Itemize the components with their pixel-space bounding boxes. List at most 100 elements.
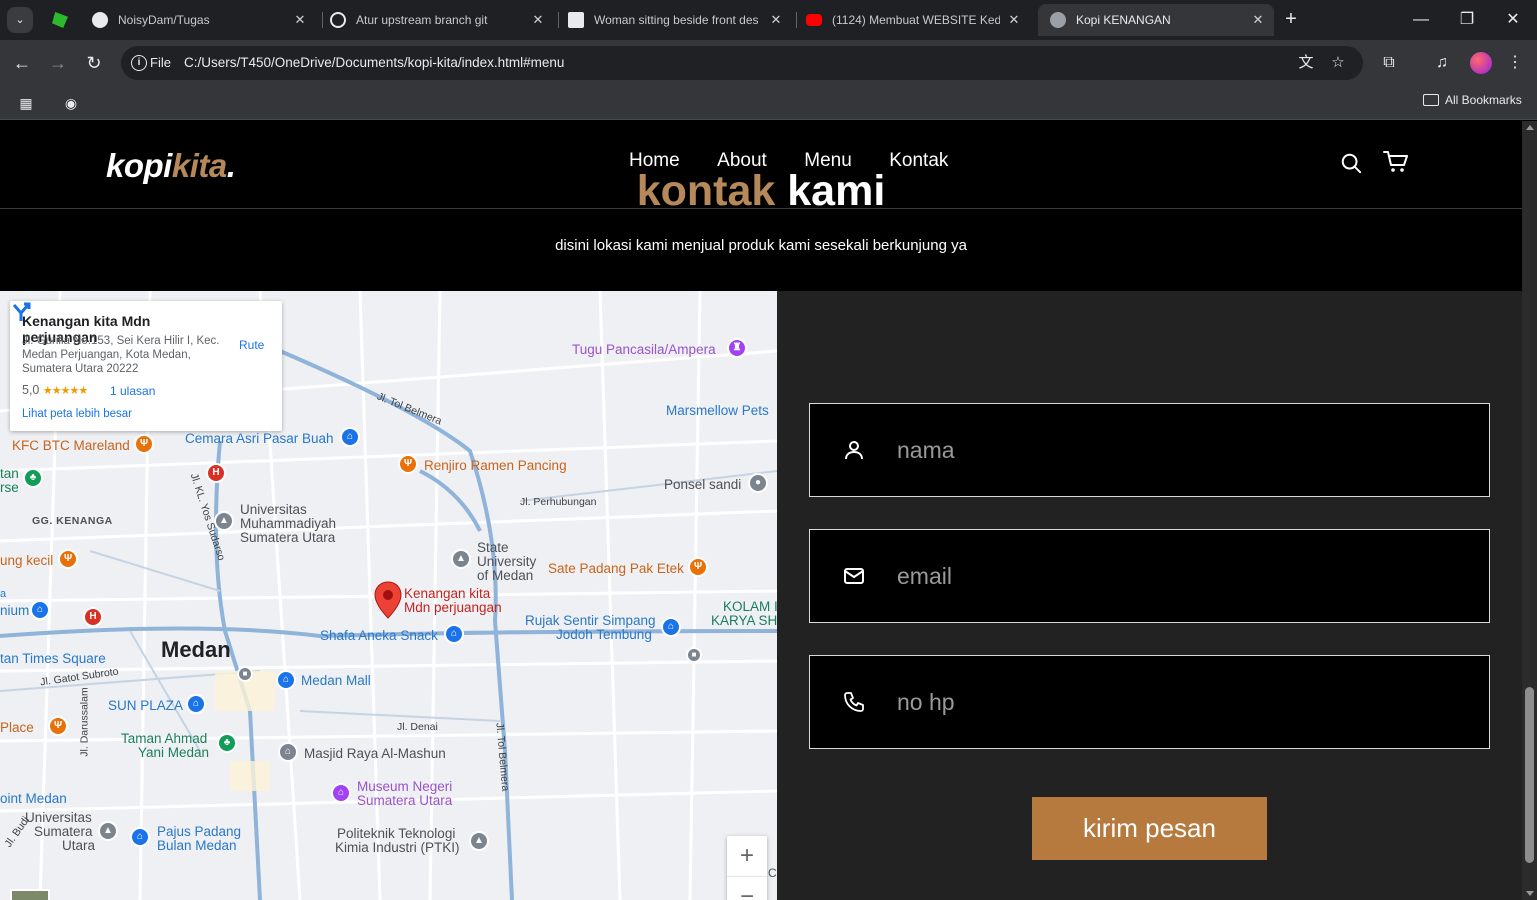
- map-label: Masjid Raya Al-Mashun: [304, 746, 446, 761]
- map-layer-thumbnail[interactable]: [10, 889, 50, 900]
- map-label: Sumatera Utara: [357, 793, 453, 808]
- map-label: oint Medan: [0, 791, 67, 806]
- map-label: Cemara Asri Pasar Buah: [185, 431, 334, 446]
- profile-avatar[interactable]: [1470, 52, 1492, 74]
- scroll-up-arrow-icon[interactable]: [1526, 125, 1534, 130]
- monument-icon[interactable]: ♜: [727, 338, 747, 358]
- minimize-button[interactable]: —: [1398, 0, 1444, 40]
- restaurant-icon[interactable]: Ψ: [48, 716, 68, 736]
- submit-button[interactable]: kirim pesan: [1032, 797, 1267, 860]
- place-pin-icon[interactable]: ●: [748, 473, 768, 493]
- mosque-icon[interactable]: ⌂: [278, 742, 298, 762]
- restaurant-icon[interactable]: Ψ: [58, 549, 78, 569]
- google-map-embed[interactable]: Kenangan kita Mdn perjuangan Jl. Gurilla…: [0, 291, 777, 900]
- location-pin-icon[interactable]: [374, 581, 402, 619]
- extension-icon[interactable]: [52, 12, 68, 28]
- directions-icon[interactable]: [10, 301, 32, 323]
- email-input[interactable]: [897, 530, 1467, 622]
- close-icon[interactable]: ✕: [530, 4, 546, 36]
- map-label: Jodoh Tembung: [556, 627, 652, 642]
- new-tab-button[interactable]: +: [1280, 8, 1302, 30]
- shopping-icon[interactable]: ⌂: [276, 670, 296, 690]
- browser-toolbar: ← → ↻ i File C:/Users/T450/OneDrive/Docu…: [0, 40, 1537, 86]
- route-link[interactable]: Rute: [239, 338, 264, 352]
- mail-icon: [844, 568, 864, 584]
- info-icon[interactable]: i: [131, 55, 147, 71]
- address-bar[interactable]: i File C:/Users/T450/OneDrive/Documents/…: [121, 46, 1363, 80]
- close-icon[interactable]: ✕: [1250, 4, 1266, 36]
- bookmark-star-icon[interactable]: ☆: [1329, 54, 1347, 72]
- map-label: ung kecil: [0, 553, 54, 568]
- school-icon[interactable]: ▲: [98, 821, 118, 841]
- store-icon[interactable]: ⌂: [444, 624, 464, 644]
- tab-title: (1124) Membuat WEBSITE Keda: [832, 13, 1000, 27]
- map-label: Tugu Pancasila/Ampera: [572, 342, 716, 357]
- close-icon[interactable]: ✕: [1006, 4, 1022, 36]
- map-label: SUN PLAZA: [108, 698, 184, 713]
- scroll-thumb[interactable]: [1525, 687, 1534, 863]
- translate-icon[interactable]: 文: [1297, 54, 1315, 72]
- map-street: Jl. Darussalam: [78, 687, 91, 757]
- map-label: State University of Medan: [477, 540, 537, 583]
- github-icon: [92, 12, 108, 28]
- shopping-icon[interactable]: ⌂: [30, 600, 50, 620]
- zoom-out-button[interactable]: −: [727, 876, 767, 900]
- url-text[interactable]: C:/Users/T450/OneDrive/Documents/kopi-ki…: [184, 46, 564, 80]
- forward-button[interactable]: →: [46, 51, 70, 75]
- unsplash-icon: [568, 12, 584, 28]
- map-zoom-controls: + −: [727, 836, 767, 900]
- back-button[interactable]: ←: [10, 51, 34, 75]
- tab-search-button[interactable]: ⌄: [7, 7, 33, 33]
- all-bookmarks-label: All Bookmarks: [1445, 93, 1522, 107]
- hospital-icon[interactable]: H: [83, 607, 103, 627]
- reviews-link[interactable]: 1 ulasan: [110, 384, 155, 398]
- map-label: Sate Padang Pak Etek: [548, 561, 684, 576]
- shopping-icon[interactable]: ⌂: [661, 617, 681, 637]
- tab-unsplash[interactable]: Woman sitting beside front des ✕: [556, 4, 792, 36]
- name-input[interactable]: [897, 404, 1467, 496]
- museum-icon[interactable]: ⌂: [331, 783, 351, 803]
- close-icon[interactable]: ✕: [768, 4, 784, 36]
- tab-github[interactable]: NoisyDam/Tugas ✕: [80, 4, 316, 36]
- phone-input[interactable]: [897, 656, 1467, 748]
- tab-kopi-kenangan[interactable]: Kopi KENANGAN ✕: [1038, 4, 1274, 36]
- restore-button[interactable]: ❐: [1444, 0, 1490, 40]
- school-icon[interactable]: ▲: [451, 549, 471, 569]
- all-bookmarks-button[interactable]: All Bookmarks: [1423, 86, 1522, 114]
- name-field: [809, 403, 1490, 497]
- browser-tab-bar: ⌄ NoisyDam/Tugas ✕ Atur upstream branch …: [0, 0, 1537, 40]
- school-icon[interactable]: ▲: [469, 831, 489, 851]
- page-scrollbar[interactable]: [1522, 121, 1537, 900]
- shopping-icon[interactable]: ⌂: [340, 427, 360, 447]
- globe-icon[interactable]: ◉: [62, 94, 80, 112]
- apps-grid-icon[interactable]: ▦: [17, 94, 35, 112]
- extensions-icon[interactable]: ⧉: [1378, 52, 1400, 74]
- place-address: Jl. Gurilla No.153, Sei Kera Hilir I, Ke…: [22, 335, 220, 375]
- map-label: KOLAM I: [723, 599, 777, 614]
- park-icon[interactable]: ♣: [23, 468, 43, 488]
- restaurant-icon[interactable]: Ψ: [398, 454, 418, 474]
- map-street: Jl. Denai: [397, 721, 438, 733]
- tab-youtube[interactable]: (1124) Membuat WEBSITE Keda ✕: [794, 4, 1030, 36]
- reload-button[interactable]: ↻: [82, 51, 106, 75]
- tab-chatgpt[interactable]: Atur upstream branch git ✕: [318, 4, 554, 36]
- close-icon[interactable]: ✕: [292, 4, 308, 36]
- close-window-button[interactable]: ✕: [1490, 0, 1536, 40]
- scroll-down-arrow-icon[interactable]: [1526, 891, 1534, 896]
- map-label: KARYA SH: [711, 613, 777, 628]
- menu-kebab-icon[interactable]: ⋮: [1504, 52, 1526, 74]
- transit-icon[interactable]: ■: [686, 647, 702, 663]
- restaurant-icon[interactable]: Ψ: [134, 434, 154, 454]
- city-label: Medan: [161, 637, 231, 662]
- restaurant-icon[interactable]: Ψ: [688, 557, 708, 577]
- shopping-icon[interactable]: ⌂: [186, 694, 206, 714]
- transit-icon[interactable]: ■: [237, 666, 253, 682]
- park-icon[interactable]: ♣: [217, 733, 237, 753]
- store-icon[interactable]: ⌂: [130, 827, 150, 847]
- zoom-in-button[interactable]: +: [727, 836, 767, 876]
- media-control-icon[interactable]: ♫: [1431, 52, 1453, 74]
- map-label: KFC BTC Mareland: [12, 438, 130, 453]
- hospital-icon[interactable]: H: [206, 463, 226, 483]
- tab-title: NoisyDam/Tugas: [118, 13, 210, 27]
- larger-map-link[interactable]: Lihat peta lebih besar: [22, 408, 132, 420]
